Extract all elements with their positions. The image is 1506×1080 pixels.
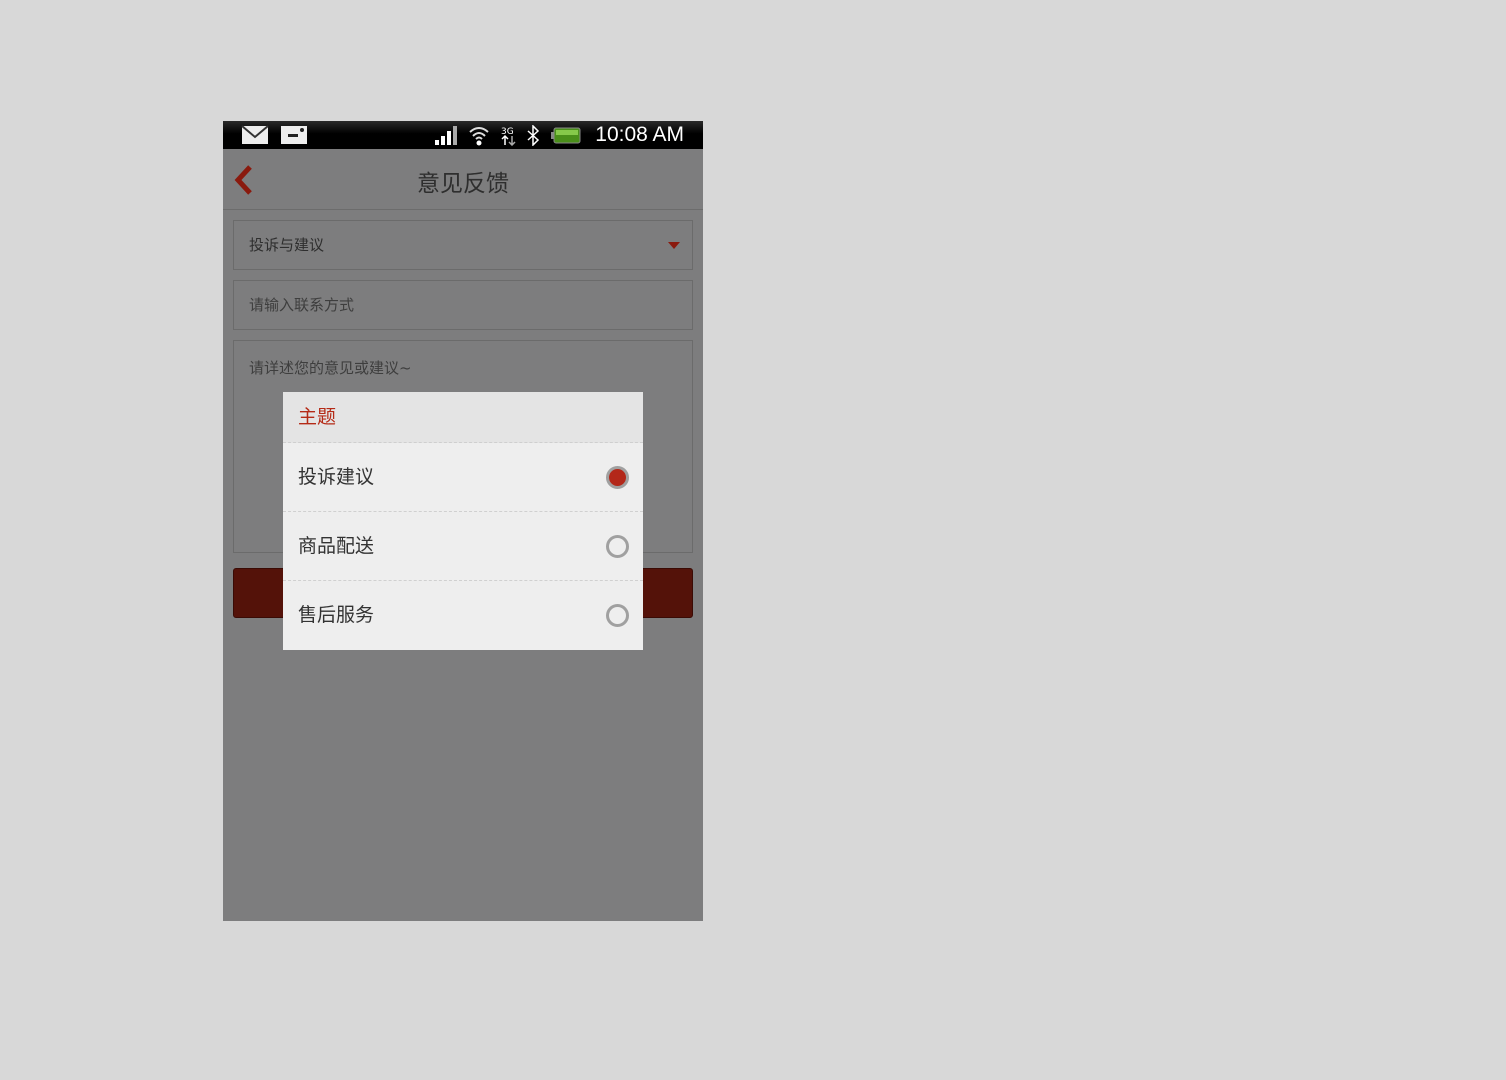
radio-selected-icon[interactable]	[606, 466, 629, 489]
option-label: 投诉建议	[298, 466, 375, 488]
battery-icon	[551, 127, 581, 144]
bluetooth-icon	[527, 125, 540, 146]
svg-text:3G: 3G	[501, 127, 514, 137]
option-complaint[interactable]: 投诉建议	[283, 443, 643, 512]
category-select[interactable]: 投诉与建议	[233, 220, 693, 270]
wifi-icon	[469, 127, 489, 146]
radio-icon[interactable]	[606, 535, 629, 558]
detail-placeholder: 请详述您的意见或建议~	[249, 359, 412, 377]
topic-dialog: 主题 投诉建议 商品配送 售后服务	[283, 392, 643, 650]
option-delivery[interactable]: 商品配送	[283, 512, 643, 581]
app-header: 意见反馈	[223, 149, 703, 210]
dropdown-arrow-icon	[668, 242, 680, 249]
contact-input[interactable]: 请输入联系方式	[233, 280, 693, 330]
status-bar: 3G 10:08 AM	[223, 121, 703, 149]
option-label: 商品配送	[298, 535, 375, 557]
dialog-title: 主题	[283, 392, 643, 443]
signal-icon	[435, 126, 457, 145]
option-after-sales[interactable]: 售后服务	[283, 581, 643, 650]
mail-icon	[241, 125, 269, 144]
page-title: 意见反馈	[417, 171, 509, 197]
category-value: 投诉与建议	[249, 236, 325, 254]
sd-card-icon	[281, 126, 307, 144]
radio-icon[interactable]	[606, 604, 629, 627]
3g-icon: 3G	[501, 127, 516, 146]
option-label: 售后服务	[298, 604, 375, 626]
clock: 10:08 AM	[595, 123, 684, 146]
contact-placeholder: 请输入联系方式	[249, 296, 355, 314]
